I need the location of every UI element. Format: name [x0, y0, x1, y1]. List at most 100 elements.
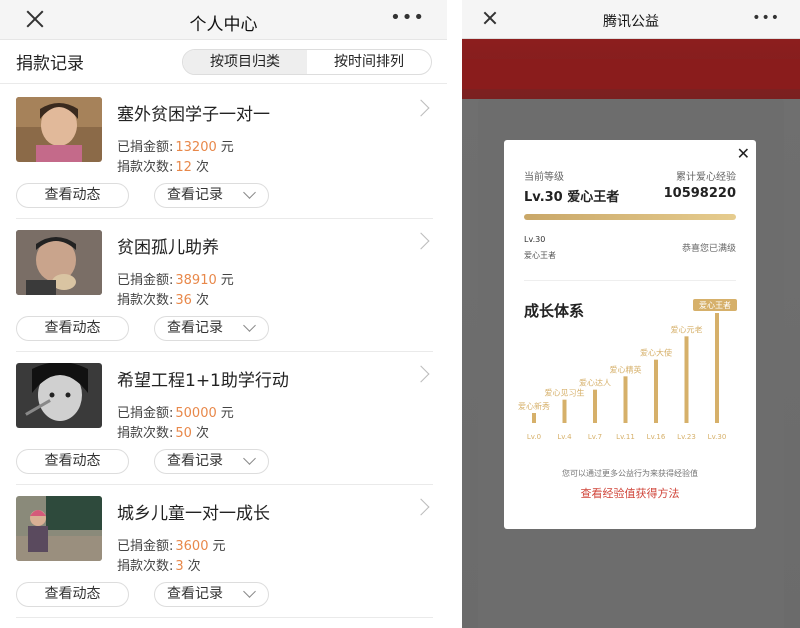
more-icon[interactable]: ••• — [752, 10, 780, 26]
chevron-right-icon[interactable] — [412, 365, 430, 383]
view-news-button[interactable]: 查看动态 — [16, 449, 129, 474]
count-unit: 次 — [195, 160, 209, 175]
bar-label: 爱心大使 — [640, 348, 672, 358]
category-label: Lv.7 — [588, 433, 602, 441]
count-value: 12 — [175, 160, 192, 175]
level-modal: ✕ 当前等级 累计爱心经验 Lv.30 爱心王者 10598220 Lv.30 … — [504, 140, 756, 529]
amount-label: 已捐金额: — [117, 273, 174, 288]
chevron-right-icon[interactable] — [412, 99, 430, 117]
amount-label: 已捐金额: — [117, 140, 174, 155]
section-title: 捐款记录 — [16, 54, 84, 74]
project-title: 贫困孤儿助养 — [117, 238, 219, 258]
page-title: 腾讯公益 — [603, 14, 659, 30]
growth-bar — [593, 389, 597, 423]
count-label: 捐款次数: — [117, 160, 174, 175]
growth-bar — [623, 376, 628, 423]
category-label: Lv.30 — [708, 433, 727, 441]
view-records-label: 查看记录 — [167, 586, 223, 602]
growth-chart: 爱心新秀 Lv.0 爱心见习生 Lv.4 爱心达人 Lv.7 爱心精英 Lv.11 爱心大使 Lv… — [518, 299, 737, 441]
amount-label: 已捐金额: — [117, 539, 174, 554]
view-records-button[interactable]: 查看记录 — [154, 449, 269, 474]
donation-records-header: 捐款记录 按项目归类 按时间排列 — [0, 40, 447, 84]
project-photo — [16, 496, 102, 561]
category-label: Lv.23 — [677, 433, 696, 441]
view-records-button[interactable]: 查看记录 — [154, 183, 269, 208]
count-label: 捐款次数: — [117, 559, 174, 574]
bar-label: 爱心王者 — [699, 301, 731, 310]
amount-unit: 元 — [212, 539, 226, 554]
view-news-button[interactable]: 查看动态 — [16, 316, 129, 341]
view-records-label: 查看记录 — [167, 187, 223, 203]
category-label: Lv.4 — [557, 433, 572, 441]
chevron-down-icon — [243, 319, 256, 332]
level-progress-fill — [524, 214, 736, 220]
view-news-button[interactable]: 查看动态 — [16, 183, 129, 208]
growth-bar — [684, 336, 689, 423]
project-photo — [16, 363, 102, 428]
close-icon[interactable]: ✕ — [737, 144, 750, 163]
tencent-charity-screen: 腾讯公益 ••• ✕ 当前等级 累计爱心经验 Lv.30 爱心王者 105982… — [462, 0, 800, 628]
count-unit: 次 — [195, 426, 209, 441]
count-value: 36 — [175, 293, 192, 308]
amount-value: 3600 — [175, 539, 209, 554]
amount-unit: 元 — [220, 273, 234, 288]
amount-unit: 元 — [220, 140, 234, 155]
count-label: 捐款次数: — [117, 293, 174, 308]
view-records-label: 查看记录 — [167, 320, 223, 336]
small-level-name: 爱心王者 — [524, 251, 556, 260]
list-item[interactable]: 贫困孤儿助养 已捐金额: 38910 元 捐款次数: 36 次 查看动态 查看记录 — [16, 219, 433, 352]
top-nav-bar: 个人中心 ••• — [0, 0, 447, 40]
count-value: 50 — [175, 426, 192, 441]
total-exp-label: 累计爱心经验 — [676, 172, 736, 183]
amount-line: 已捐金额: 50000 元 — [117, 402, 234, 421]
project-photo — [16, 97, 102, 162]
level-progress-bar — [524, 214, 736, 220]
bar-label: 爱心元老 — [671, 324, 703, 334]
divider — [524, 280, 736, 281]
category-label: Lv.0 — [527, 433, 541, 441]
view-records-button[interactable]: 查看记录 — [154, 316, 269, 341]
chevron-down-icon — [243, 452, 256, 465]
count-label: 捐款次数: — [117, 426, 174, 441]
current-level-value: Lv.30 爱心王者 — [524, 190, 620, 205]
project-title: 塞外贫困学子一对一 — [117, 105, 270, 125]
category-label: Lv.16 — [647, 433, 666, 441]
tab-by-project[interactable]: 按项目归类 — [183, 50, 307, 74]
bar-label: 爱心精英 — [610, 364, 642, 374]
count-line: 捐款次数: 36 次 — [117, 289, 209, 308]
count-value: 3 — [175, 559, 184, 574]
personal-center-screen: 个人中心 ••• 捐款记录 按项目归类 按时间排列 塞外贫困学子一对一 已捐金额 — [0, 0, 447, 628]
small-level: Lv.30 — [524, 235, 546, 244]
current-level-label: 当前等级 — [524, 172, 564, 183]
list-item[interactable]: 塞外贫困学子一对一 已捐金额: 13200 元 捐款次数: 12 次 查看动态 查看记录 — [16, 86, 433, 219]
amount-line: 已捐金额: 38910 元 — [117, 269, 234, 288]
category-label: Lv.11 — [616, 433, 635, 441]
donation-list: 塞外贫困学子一对一 已捐金额: 13200 元 捐款次数: 12 次 查看动态 查看记录… — [0, 86, 447, 618]
exp-method-link[interactable]: 查看经验值获得方法 — [504, 485, 756, 501]
amount-label: 已捐金额: — [117, 406, 174, 421]
chevron-right-icon[interactable] — [412, 498, 430, 516]
amount-line: 已捐金额: 3600 元 — [117, 535, 226, 554]
background-banner — [462, 59, 800, 89]
view-records-button[interactable]: 查看记录 — [154, 582, 269, 607]
view-records-label: 查看记录 — [167, 453, 223, 469]
amount-value: 38910 — [175, 273, 217, 288]
chevron-right-icon[interactable] — [412, 232, 430, 250]
count-line: 捐款次数: 50 次 — [117, 422, 209, 441]
project-title: 希望工程1+1助学行动 — [117, 371, 289, 391]
list-item[interactable]: 希望工程1+1助学行动 已捐金额: 50000 元 捐款次数: 50 次 查看动态 查看… — [16, 352, 433, 485]
count-unit: 次 — [187, 559, 201, 574]
chevron-down-icon — [243, 585, 256, 598]
more-icon[interactable]: ••• — [390, 9, 425, 27]
view-news-button[interactable]: 查看动态 — [16, 582, 129, 607]
growth-bar — [562, 399, 567, 423]
list-item[interactable]: 城乡儿童一对一成长 已捐金额: 3600 元 捐款次数: 3 次 查看动态 查看记录 — [16, 485, 433, 618]
footer-hint: 您可以通过更多公益行为来获得经验值 — [562, 469, 698, 478]
count-line: 捐款次数: 12 次 — [117, 156, 209, 175]
tab-by-time[interactable]: 按时间排列 — [307, 50, 431, 74]
max-level-text: 恭喜您已满级 — [681, 244, 736, 254]
growth-bar — [532, 413, 536, 423]
growth-bar — [715, 313, 719, 423]
amount-value: 50000 — [175, 406, 217, 421]
bar-label: 爱心达人 — [579, 378, 611, 388]
